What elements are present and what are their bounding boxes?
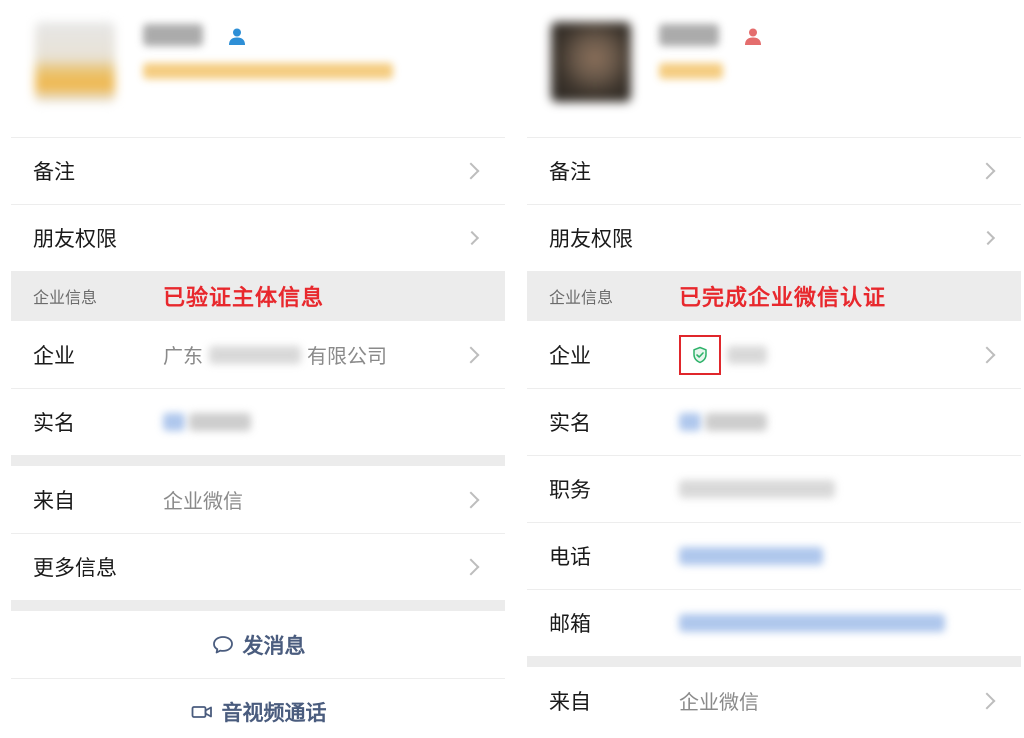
phone-row[interactable]: 电话 xyxy=(527,522,1021,589)
email-label: 邮箱 xyxy=(549,612,591,636)
profile-header xyxy=(11,0,505,137)
send-message-label: 发消息 xyxy=(242,633,306,658)
realname-redacted xyxy=(189,413,251,431)
realname-label: 实名 xyxy=(33,411,75,435)
divider-gap xyxy=(527,656,1021,667)
friend-permission-label: 朋友权限 xyxy=(549,227,633,251)
realname-label: 实名 xyxy=(549,411,591,435)
remark-label: 备注 xyxy=(549,160,591,184)
job-title-value xyxy=(679,480,835,498)
from-label: 来自 xyxy=(33,488,75,513)
enterprise-info-header: 企业信息 已验证主体信息 xyxy=(11,271,505,321)
chevron-right-icon xyxy=(464,230,480,246)
email-row[interactable]: 邮箱 xyxy=(527,589,1021,656)
name-redacted xyxy=(143,24,203,46)
company-redacted xyxy=(727,345,767,364)
shield-check-icon xyxy=(693,346,707,363)
realname-row: 实名 xyxy=(11,388,505,455)
company-value: 广东 有限公司 xyxy=(163,340,387,369)
from-row[interactable]: 来自 企业微信 xyxy=(527,667,1021,734)
company-subtitle-redacted xyxy=(659,63,723,79)
company-suffix: 有限公司 xyxy=(307,344,387,368)
more-info-row[interactable]: 更多信息 xyxy=(11,533,505,600)
name-redacted xyxy=(659,24,719,46)
remark-row[interactable]: 备注 xyxy=(527,137,1021,204)
chat-bubble-icon xyxy=(212,635,233,653)
verified-highlight-box xyxy=(679,334,721,375)
chevron-right-icon xyxy=(978,346,996,363)
job-title-label: 职务 xyxy=(549,478,591,502)
contact-card-left: 备注 朋友权限 企业信息 已验证主体信息 企业 广东 有限公司 实名 来自 企业… xyxy=(11,0,505,738)
annotation-text: 已完成企业微信认证 xyxy=(679,286,887,311)
divider-gap xyxy=(11,600,505,611)
section-label: 企业信息 xyxy=(33,288,98,307)
chevron-right-icon xyxy=(462,162,480,180)
friend-permission-row[interactable]: 朋友权限 xyxy=(11,204,505,271)
realname-value xyxy=(679,413,767,431)
avatar[interactable] xyxy=(551,22,631,102)
company-row[interactable]: 企业 广东 有限公司 xyxy=(11,321,505,388)
divider-gap xyxy=(11,455,505,466)
email-value xyxy=(679,614,945,632)
company-prefix: 广东 xyxy=(163,344,203,368)
chevron-right-icon xyxy=(978,692,996,709)
send-message-button[interactable]: 发消息 xyxy=(11,611,505,678)
phone-redacted xyxy=(679,547,823,565)
friend-permission-row[interactable]: 朋友权限 xyxy=(527,204,1021,271)
video-call-button[interactable]: 音视频通话 xyxy=(11,678,505,738)
video-call-label: 音视频通话 xyxy=(221,701,327,725)
chevron-right-icon xyxy=(980,230,996,246)
chevron-right-icon xyxy=(462,346,480,363)
realname-value xyxy=(163,413,251,431)
realname-redacted xyxy=(705,413,767,431)
female-user-icon xyxy=(745,28,761,45)
annotation-text: 已验证主体信息 xyxy=(163,286,325,311)
realname-badge-redacted xyxy=(679,413,701,431)
chevron-right-icon xyxy=(462,558,480,576)
from-value: 企业微信 xyxy=(679,690,759,714)
email-redacted xyxy=(679,614,945,632)
section-label: 企业信息 xyxy=(549,288,614,307)
company-label: 企业 xyxy=(33,343,75,368)
company-subtitle-redacted xyxy=(143,63,393,79)
company-label: 企业 xyxy=(549,343,591,368)
from-value: 企业微信 xyxy=(163,489,243,513)
realname-row: 实名 xyxy=(527,388,1021,455)
profile-header xyxy=(527,0,1021,137)
male-user-icon xyxy=(229,28,245,45)
remark-row[interactable]: 备注 xyxy=(11,137,505,204)
realname-badge-redacted xyxy=(163,413,185,431)
enterprise-info-header: 企业信息 已完成企业微信认证 xyxy=(527,271,1021,321)
phone-label: 电话 xyxy=(549,545,591,569)
contact-card-right: 备注 朋友权限 企业信息 已完成企业微信认证 企业 实名 职务 电话 邮箱 来自… xyxy=(527,0,1021,738)
from-row[interactable]: 来自 企业微信 xyxy=(11,466,505,533)
company-row[interactable]: 企业 xyxy=(527,321,1021,388)
phone-value xyxy=(679,547,823,565)
remark-label: 备注 xyxy=(33,160,75,184)
chevron-right-icon xyxy=(462,491,480,508)
company-redacted xyxy=(209,345,301,364)
from-label: 来自 xyxy=(549,689,591,714)
friend-permission-label: 朋友权限 xyxy=(33,227,117,251)
avatar[interactable] xyxy=(35,22,115,102)
job-title-row: 职务 xyxy=(527,455,1021,522)
more-info-label: 更多信息 xyxy=(33,556,117,580)
chevron-right-icon xyxy=(978,162,996,180)
company-value xyxy=(679,334,767,375)
video-camera-icon xyxy=(191,706,212,718)
job-title-redacted xyxy=(679,480,835,498)
